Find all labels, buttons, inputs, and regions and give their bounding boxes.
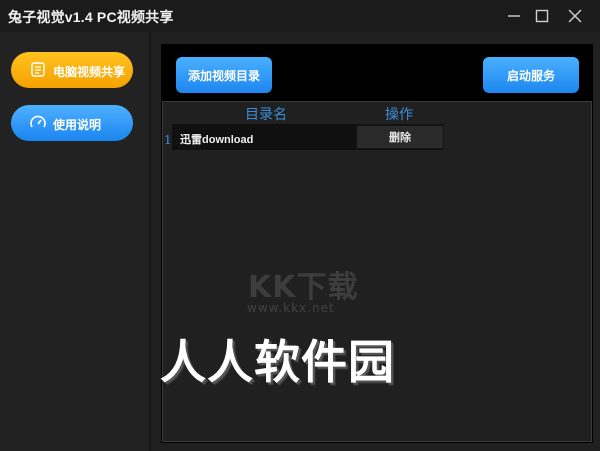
- row-index: 1: [164, 133, 172, 147]
- site-watermark: 人人软件园: [160, 335, 395, 389]
- sidebar-item-label: 电脑视频共享: [53, 65, 126, 79]
- directory-name-cell: 迅雷download: [180, 134, 254, 146]
- table-row[interactable]: 迅雷download 删除: [172, 124, 444, 150]
- help-gauge-icon: [30, 115, 46, 128]
- video-share-icon: [31, 62, 45, 77]
- kk-watermark-logo: KK下载: [248, 270, 359, 305]
- title-bar: 兔子视觉v1.4 PC视频共享: [0, 0, 600, 32]
- window-title: 兔子视觉v1.4 PC视频共享: [8, 9, 174, 25]
- delete-button[interactable]: 删除: [356, 125, 444, 149]
- sidebar-item-video-share[interactable]: 电脑视频共享: [11, 52, 133, 88]
- close-button[interactable]: [558, 0, 592, 32]
- sidebar-item-label: 使用说明: [53, 118, 102, 132]
- sidebar-item-help[interactable]: 使用说明: [11, 105, 133, 141]
- maximize-icon: [535, 9, 549, 23]
- column-header-name: 目录名: [245, 107, 287, 123]
- kk-watermark-url: www.kkx.net: [247, 301, 335, 315]
- minimize-icon: [508, 15, 520, 17]
- add-video-directory-button[interactable]: 添加视频目录: [176, 57, 272, 93]
- maximize-button[interactable]: [525, 0, 559, 32]
- close-icon: [568, 9, 582, 23]
- sidebar: 电脑视频共享 使用说明: [0, 32, 151, 451]
- start-service-button[interactable]: 启动服务: [483, 57, 579, 93]
- column-header-action: 操作: [385, 107, 413, 123]
